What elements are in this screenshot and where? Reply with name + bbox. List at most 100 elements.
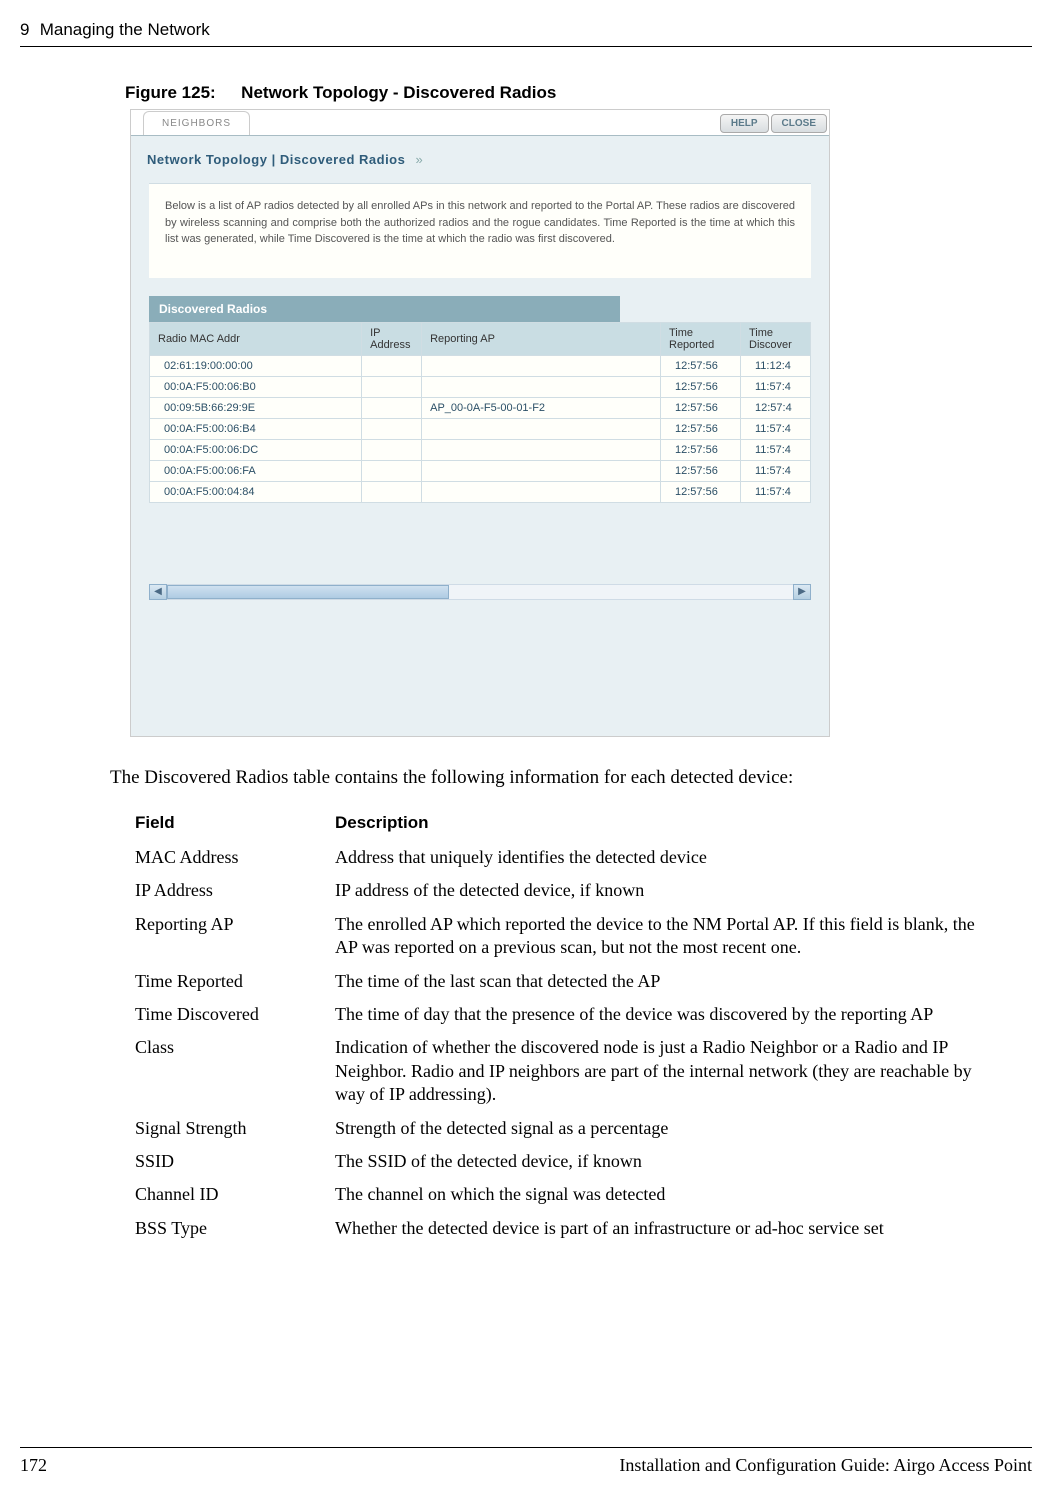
figure-caption: Figure 125: Network Topology - Discovere…: [125, 83, 1052, 103]
table-row[interactable]: 02:61:19:00:00:00 12:57:5611:12:4: [150, 355, 811, 376]
table-row[interactable]: 00:0A:F5:00:06:FA 12:57:5611:57:4: [150, 460, 811, 481]
cell-reporting: [422, 481, 661, 502]
cell-ip: [362, 397, 422, 418]
field-description: Indication of whether the discovered nod…: [335, 1031, 1005, 1111]
cell-mac: 02:61:19:00:00:00: [150, 355, 362, 376]
figure-title: Network Topology - Discovered Radios: [241, 83, 556, 102]
table-row[interactable]: 00:0A:F5:00:06:DC 12:57:5611:57:4: [150, 439, 811, 460]
breadcrumb-main: Network Topology: [147, 152, 267, 167]
tab-bar: NEIGHBORS HELP CLOSE: [131, 110, 829, 136]
table-row[interactable]: 00:0A:F5:00:04:8412:57:5611:57:4: [150, 481, 811, 502]
field-header-description: Description: [335, 805, 1005, 841]
col-time-reported[interactable]: Time Reported: [661, 322, 741, 355]
cell-discovered: 11:57:4: [741, 460, 811, 481]
section-title-bar: Discovered Radios: [149, 296, 620, 322]
cell-ip: [362, 355, 422, 376]
tab-neighbors[interactable]: NEIGHBORS: [143, 111, 250, 135]
cell-ip: [362, 439, 422, 460]
cell-discovered: 12:57:4: [741, 397, 811, 418]
cell-reporting: [422, 418, 661, 439]
cell-discovered: 11:12:4: [741, 355, 811, 376]
cell-ip: [362, 418, 422, 439]
field-name: Time Discovered: [135, 998, 335, 1031]
cell-discovered: 11:57:4: [741, 481, 811, 502]
field-description: The enrolled AP which reported the devic…: [335, 908, 1005, 965]
field-description: Whether the detected device is part of a…: [335, 1212, 1005, 1245]
horizontal-scrollbar[interactable]: ◀ ▶: [149, 583, 811, 601]
radios-table-region: Radio MAC Addr IP Address Reporting AP T…: [149, 322, 811, 503]
col-reporting[interactable]: Reporting AP: [422, 322, 661, 355]
field-row: Reporting APThe enrolled AP which report…: [135, 908, 1005, 965]
cell-reporting: [422, 439, 661, 460]
page-footer: 172 Installation and Configuration Guide…: [20, 1455, 1032, 1476]
field-description: IP address of the detected device, if kn…: [335, 874, 1005, 907]
cell-reporting: [422, 376, 661, 397]
cell-mac: 00:0A:F5:00:06:DC: [150, 439, 362, 460]
field-row: IP AddressIP address of the detected dev…: [135, 874, 1005, 907]
field-description: Strength of the detected signal as a per…: [335, 1112, 1005, 1145]
field-description: The SSID of the detected device, if know…: [335, 1145, 1005, 1178]
col-time-discovered[interactable]: Time Discover: [741, 322, 811, 355]
cell-reported: 12:57:56: [661, 460, 741, 481]
field-name: Channel ID: [135, 1178, 335, 1211]
screenshot-body: Network Topology | Discovered Radios » B…: [131, 136, 829, 736]
scroll-left-icon[interactable]: ◀: [149, 584, 167, 600]
breadcrumb: Network Topology | Discovered Radios »: [131, 152, 829, 177]
close-button[interactable]: CLOSE: [771, 114, 827, 133]
field-row: Channel IDThe channel on which the signa…: [135, 1178, 1005, 1211]
field-description: The time of the last scan that detected …: [335, 965, 1005, 998]
footer-rule: [20, 1447, 1032, 1448]
table-row[interactable]: 00:09:5B:66:29:9EAP_00-0A-F5-00-01-F212:…: [150, 397, 811, 418]
field-description: Address that uniquely identifies the det…: [335, 841, 1005, 874]
intro-text: Below is a list of AP radios detected by…: [149, 183, 811, 278]
field-name: Reporting AP: [135, 908, 335, 965]
field-table-wrap: Field Description MAC AddressAddress tha…: [135, 805, 1032, 1245]
cell-discovered: 11:57:4: [741, 376, 811, 397]
page-header: 9 Managing the Network: [0, 0, 1052, 40]
col-mac[interactable]: Radio MAC Addr: [150, 322, 362, 355]
field-name: Time Reported: [135, 965, 335, 998]
help-button[interactable]: HELP: [720, 114, 769, 133]
cell-reporting: [422, 460, 661, 481]
cell-reporting: AP_00-0A-F5-00-01-F2: [422, 397, 661, 418]
cell-mac: 00:0A:F5:00:06:B0: [150, 376, 362, 397]
chapter-title: Managing the Network: [40, 20, 210, 39]
cell-reported: 12:57:56: [661, 355, 741, 376]
field-name: Signal Strength: [135, 1112, 335, 1145]
cell-ip: [362, 376, 422, 397]
cell-discovered: 11:57:4: [741, 439, 811, 460]
cell-mac: 00:0A:F5:00:06:FA: [150, 460, 362, 481]
breadcrumb-sub: Discovered Radios: [280, 152, 406, 167]
screenshot-panel: NEIGHBORS HELP CLOSE Network Topology | …: [130, 109, 830, 737]
field-row: ClassIndication of whether the discovere…: [135, 1031, 1005, 1111]
cell-reported: 12:57:56: [661, 376, 741, 397]
cell-discovered: 11:57:4: [741, 418, 811, 439]
col-ip[interactable]: IP Address: [362, 322, 422, 355]
scroll-track[interactable]: [167, 584, 793, 600]
cell-mac: 00:0A:F5:00:04:84: [150, 481, 362, 502]
header-rule: [20, 46, 1032, 47]
field-description: The time of day that the presence of the…: [335, 998, 1005, 1031]
field-header-field: Field: [135, 805, 335, 841]
field-row: Time ReportedThe time of the last scan t…: [135, 965, 1005, 998]
guide-title: Installation and Configuration Guide: Ai…: [619, 1455, 1032, 1476]
scroll-right-icon[interactable]: ▶: [793, 584, 811, 600]
cell-ip: [362, 481, 422, 502]
field-name: Class: [135, 1031, 335, 1111]
cell-reporting: [422, 355, 661, 376]
scroll-thumb[interactable]: [167, 585, 449, 599]
field-row: Signal StrengthStrength of the detected …: [135, 1112, 1005, 1145]
breadcrumb-arrows-icon: »: [415, 152, 423, 167]
cell-reported: 12:57:56: [661, 397, 741, 418]
cell-reported: 12:57:56: [661, 439, 741, 460]
table-row[interactable]: 00:0A:F5:00:06:B412:57:5611:57:4: [150, 418, 811, 439]
page-number: 172: [20, 1455, 47, 1476]
cell-reported: 12:57:56: [661, 418, 741, 439]
chapter-number: 9: [20, 20, 29, 39]
figure-label: Figure 125:: [125, 83, 216, 102]
field-row: SSIDThe SSID of the detected device, if …: [135, 1145, 1005, 1178]
table-row[interactable]: 00:0A:F5:00:06:B0 12:57:5611:57:4: [150, 376, 811, 397]
intro-sentence: The Discovered Radios table contains the…: [110, 767, 1032, 789]
field-name: MAC Address: [135, 841, 335, 874]
field-description-table: Field Description MAC AddressAddress tha…: [135, 805, 1005, 1245]
